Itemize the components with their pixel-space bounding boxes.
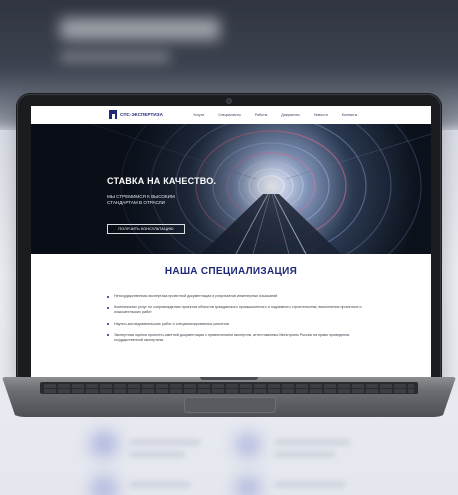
background-subtitle-blur: [60, 52, 170, 62]
hero-title: СТАВКА НА КАЧЕСТВО.: [107, 176, 217, 186]
menu-item-services[interactable]: Услуги: [193, 113, 204, 117]
specialization-list: Негосударственная экспертиза проектной д…: [107, 294, 369, 349]
background-text-blur: [130, 440, 200, 445]
list-item: Научно-исследовательских работ и специал…: [107, 322, 369, 327]
section-title: НАША СПЕЦИАЛИЗАЦИЯ: [164, 266, 298, 277]
menu-item-news[interactable]: Новости: [314, 113, 328, 117]
hero-banner: СТАВКА НА КАЧЕСТВО. МЫ СТРЕМИМСЯ К ВЫСОК…: [31, 124, 431, 254]
laptop-camera-icon: [226, 98, 232, 104]
background-text-blur: [130, 482, 190, 487]
hero-subtitle: МЫ СТРЕМИМСЯ К ВЫСОКИМ СТАНДАРТАМ В ОТРА…: [107, 194, 175, 205]
bullet-icon: [107, 334, 109, 337]
keyboard-row: [44, 384, 414, 388]
background-icon-blur: [90, 475, 118, 495]
bullet-icon: [107, 323, 109, 326]
logo-mark-icon: [109, 110, 117, 119]
laptop-screen: СПС-ЭКСПЕРТИЗА Услуги Специалисты Работы…: [31, 106, 431, 377]
background-icon-blur: [235, 432, 261, 458]
menu-item-documents[interactable]: Документы: [281, 113, 300, 117]
list-item: Негосударственная экспертиза проектной д…: [107, 294, 369, 299]
site-menu: Услуги Специалисты Работы Документы Ново…: [193, 113, 371, 117]
background-title-blur: [60, 18, 220, 40]
bullet-icon: [107, 306, 109, 309]
background-text-blur: [275, 440, 350, 445]
laptop-trackpad: [184, 397, 276, 413]
menu-item-specialists[interactable]: Специалисты: [218, 113, 241, 117]
logo-text: СПС-ЭКСПЕРТИЗА: [120, 112, 164, 117]
background-text-blur: [275, 482, 345, 487]
bullet-icon: [107, 295, 109, 298]
menu-item-contacts[interactable]: Контакты: [342, 113, 358, 117]
background-icon-blur: [235, 475, 261, 495]
laptop-hinge: [200, 377, 258, 380]
keyboard-row: [44, 389, 414, 393]
list-item: Комплексных услуг по сопровождению проек…: [107, 305, 369, 315]
hero-overlay: [31, 124, 431, 254]
consultation-button[interactable]: ПОЛУЧИТЬ КОНСУЛЬТАЦИЮ: [107, 224, 185, 234]
list-item: Экспертная оценка проектно-сметной докум…: [107, 333, 369, 343]
background-text-blur: [275, 452, 335, 457]
menu-item-works[interactable]: Работы: [255, 113, 267, 117]
specialization-section: НАША СПЕЦИАЛИЗАЦИЯ Негосударственная экс…: [31, 254, 431, 377]
background-icon-blur: [90, 430, 118, 458]
background-text-blur: [130, 452, 185, 457]
site-navbar: СПС-ЭКСПЕРТИЗА Услуги Специалисты Работы…: [31, 106, 431, 125]
site-logo[interactable]: СПС-ЭКСПЕРТИЗА: [109, 110, 163, 119]
